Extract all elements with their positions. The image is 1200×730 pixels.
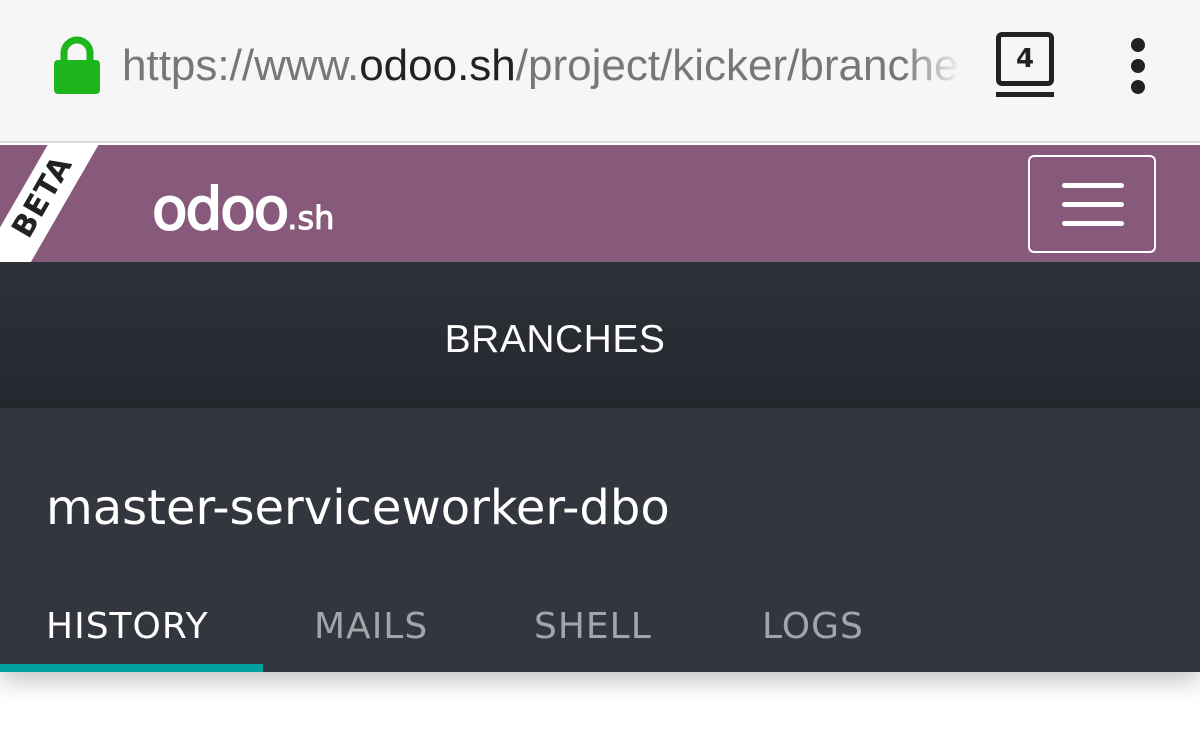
- hamburger-icon: [1062, 183, 1124, 188]
- url-bar[interactable]: https://www.odoo.sh/project/kicker/branc…: [122, 34, 962, 98]
- logo-main: odoo: [151, 175, 290, 243]
- odoo-header: BETA odoo.sh: [0, 145, 1200, 262]
- logo-suffix: .sh: [287, 199, 335, 238]
- branches-nav: BRANCHES: [0, 262, 1200, 408]
- url-host: odoo.sh: [359, 41, 516, 90]
- menu-toggle-button[interactable]: [1028, 155, 1156, 253]
- tab-shell[interactable]: SHELL: [534, 604, 652, 650]
- more-vert-icon[interactable]: [1124, 38, 1154, 94]
- tab-logs[interactable]: LOGS: [762, 604, 864, 650]
- branches-link[interactable]: BRANCHES: [0, 318, 1110, 362]
- tab-switcher-button[interactable]: 4: [996, 32, 1054, 98]
- tab-switcher-icon: [996, 92, 1054, 97]
- branch-panel: master-serviceworker-dbo HISTORY MAILS S…: [0, 408, 1200, 672]
- url-path: /project/kicker/branches: [515, 41, 962, 90]
- beta-label: BETA: [5, 149, 80, 244]
- odoo-logo[interactable]: odoo.sh: [151, 179, 335, 241]
- url-scheme: https://www.: [122, 41, 360, 90]
- tab-mails[interactable]: MAILS: [314, 604, 428, 650]
- lock-icon: [54, 36, 100, 94]
- browser-toolbar: https://www.odoo.sh/project/kicker/branc…: [0, 0, 1200, 143]
- beta-ribbon: BETA: [0, 145, 115, 262]
- tab-count: 4: [996, 32, 1054, 86]
- active-tab-indicator: [0, 664, 263, 672]
- tab-history[interactable]: HISTORY: [46, 604, 209, 650]
- branch-name: master-serviceworker-dbo: [46, 480, 670, 536]
